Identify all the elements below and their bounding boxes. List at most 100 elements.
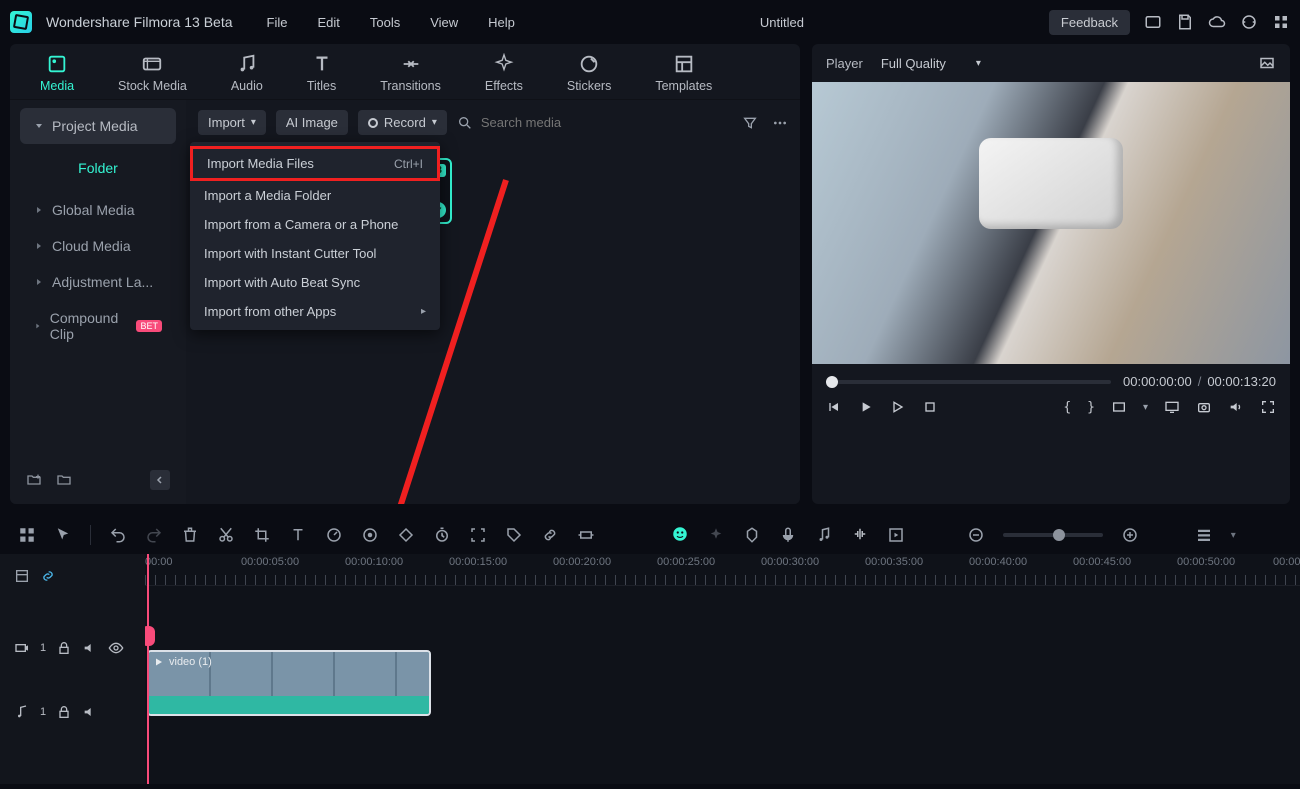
mic-icon[interactable] xyxy=(779,526,797,544)
tab-titles[interactable]: Titles xyxy=(307,53,336,99)
sidebar-global-media[interactable]: Global Media xyxy=(20,192,176,228)
timeline-clip[interactable]: video (1) xyxy=(147,650,431,716)
ai-image-button[interactable]: AI Image xyxy=(276,110,348,135)
lock-icon[interactable] xyxy=(56,704,72,720)
preview-video[interactable] xyxy=(812,82,1290,364)
time-ruler[interactable]: 00:00 00:00:05:00 00:00:10:00 00:00:15:0… xyxy=(145,554,1300,586)
render-icon[interactable] xyxy=(887,526,905,544)
media-sidebar: Project Media Folder Global Media Cloud … xyxy=(10,100,186,504)
folder-icon[interactable] xyxy=(56,472,72,488)
expand-icon[interactable] xyxy=(469,526,487,544)
text-icon[interactable] xyxy=(289,526,307,544)
marker-icon[interactable] xyxy=(743,526,761,544)
volume-icon[interactable] xyxy=(1228,399,1244,415)
cut-icon[interactable] xyxy=(217,526,235,544)
apps-icon[interactable] xyxy=(1272,13,1290,31)
cursor-icon[interactable] xyxy=(54,526,72,544)
new-folder-icon[interactable] xyxy=(26,472,42,488)
snapshot-icon[interactable] xyxy=(1258,54,1276,72)
menu-file[interactable]: File xyxy=(267,15,288,30)
tab-media[interactable]: Media xyxy=(40,53,74,99)
menu-tools[interactable]: Tools xyxy=(370,15,400,30)
ai-face-icon[interactable] xyxy=(671,525,689,543)
mute-icon[interactable] xyxy=(82,704,98,720)
support-icon[interactable] xyxy=(1240,13,1258,31)
import-other-apps[interactable]: Import from other Apps▸ xyxy=(190,297,440,326)
seek-bar[interactable] xyxy=(826,380,1111,384)
mark-out-button[interactable]: } xyxy=(1087,400,1095,415)
menu-edit[interactable]: Edit xyxy=(317,15,339,30)
tab-effects[interactable]: Effects xyxy=(485,53,523,99)
zoom-in-icon[interactable] xyxy=(1121,526,1139,544)
import-instant-cutter[interactable]: Import with Instant Cutter Tool xyxy=(190,239,440,268)
beta-badge: BET xyxy=(136,320,162,332)
tab-audio[interactable]: Audio xyxy=(231,53,263,99)
playhead-grip[interactable] xyxy=(145,626,155,646)
speed-icon[interactable] xyxy=(325,526,343,544)
zoom-out-icon[interactable] xyxy=(967,526,985,544)
playhead[interactable] xyxy=(147,554,149,784)
quality-select[interactable]: Full Quality▾ xyxy=(881,56,981,71)
crop-icon[interactable] xyxy=(253,526,271,544)
timer-icon[interactable] xyxy=(433,526,451,544)
sidebar-compound-clip[interactable]: Compound ClipBET xyxy=(20,300,176,352)
tab-stock-media[interactable]: Stock Media xyxy=(118,53,187,99)
timeline-panel-icon[interactable] xyxy=(14,568,30,584)
grid-icon[interactable] xyxy=(18,526,36,544)
import-auto-beat-sync[interactable]: Import with Auto Beat Sync xyxy=(190,268,440,297)
more-icon[interactable] xyxy=(772,115,788,131)
layout-icon[interactable] xyxy=(1144,13,1162,31)
import-media-folder[interactable]: Import a Media Folder xyxy=(190,181,440,210)
keyframe-icon[interactable] xyxy=(397,526,415,544)
save-icon[interactable] xyxy=(1176,13,1194,31)
media-toolbar: Import▾ AI Image Record▾ xyxy=(186,100,800,145)
stop-icon[interactable] xyxy=(922,399,938,415)
tab-templates[interactable]: Templates xyxy=(655,53,712,99)
collapse-sidebar-button[interactable] xyxy=(150,470,170,490)
tab-stickers[interactable]: Stickers xyxy=(567,53,611,99)
menu-view[interactable]: View xyxy=(430,15,458,30)
feedback-button[interactable]: Feedback xyxy=(1049,10,1130,35)
seek-knob[interactable] xyxy=(826,376,838,388)
mark-in-button[interactable]: { xyxy=(1063,400,1071,415)
preview-panel: Player Full Quality▾ 00:00:00:00/00:00:1… xyxy=(812,44,1290,504)
music-note-icon[interactable] xyxy=(815,526,833,544)
eye-icon[interactable] xyxy=(108,640,124,656)
link-icon[interactable] xyxy=(541,526,559,544)
search-input[interactable] xyxy=(481,115,732,130)
play-icon[interactable] xyxy=(890,399,906,415)
import-media-files[interactable]: Import Media FilesCtrl+I xyxy=(190,146,440,181)
tag-icon[interactable] xyxy=(505,526,523,544)
lock-icon[interactable] xyxy=(56,640,72,656)
delete-icon[interactable] xyxy=(181,526,199,544)
ratio-icon[interactable] xyxy=(1111,399,1127,415)
prev-frame-icon[interactable] xyxy=(826,399,842,415)
cloud-icon[interactable] xyxy=(1208,13,1226,31)
camera-icon[interactable] xyxy=(1196,399,1212,415)
sidebar-cloud-media[interactable]: Cloud Media xyxy=(20,228,176,264)
media-panel: Media Stock Media Audio Titles Transitio… xyxy=(10,44,800,504)
sidebar-project-media[interactable]: Project Media xyxy=(20,108,176,144)
sidebar-folder[interactable]: Folder xyxy=(20,150,176,186)
sparkle-icon[interactable] xyxy=(707,526,725,544)
record-button[interactable]: Record▾ xyxy=(358,110,447,135)
redo-icon[interactable] xyxy=(145,526,163,544)
tab-transitions[interactable]: Transitions xyxy=(380,53,441,99)
color-icon[interactable] xyxy=(361,526,379,544)
menu-help[interactable]: Help xyxy=(488,15,515,30)
fullscreen-icon[interactable] xyxy=(1260,399,1276,415)
sidebar-adjustment-layer[interactable]: Adjustment La... xyxy=(20,264,176,300)
import-button[interactable]: Import▾ xyxy=(198,110,266,135)
zoom-slider[interactable] xyxy=(1003,533,1103,537)
display-icon[interactable] xyxy=(1164,399,1180,415)
timeline-tracks[interactable]: 00:00 00:00:05:00 00:00:10:00 00:00:15:0… xyxy=(145,554,1300,784)
align-icon[interactable] xyxy=(577,526,595,544)
audio-stretch-icon[interactable] xyxy=(851,525,869,543)
track-view-icon[interactable] xyxy=(1195,526,1213,544)
play-pause-icon[interactable] xyxy=(858,399,874,415)
import-from-camera[interactable]: Import from a Camera or a Phone xyxy=(190,210,440,239)
undo-icon[interactable] xyxy=(109,526,127,544)
filter-icon[interactable] xyxy=(742,115,758,131)
unlink-icon[interactable] xyxy=(40,568,56,584)
mute-icon[interactable] xyxy=(82,640,98,656)
